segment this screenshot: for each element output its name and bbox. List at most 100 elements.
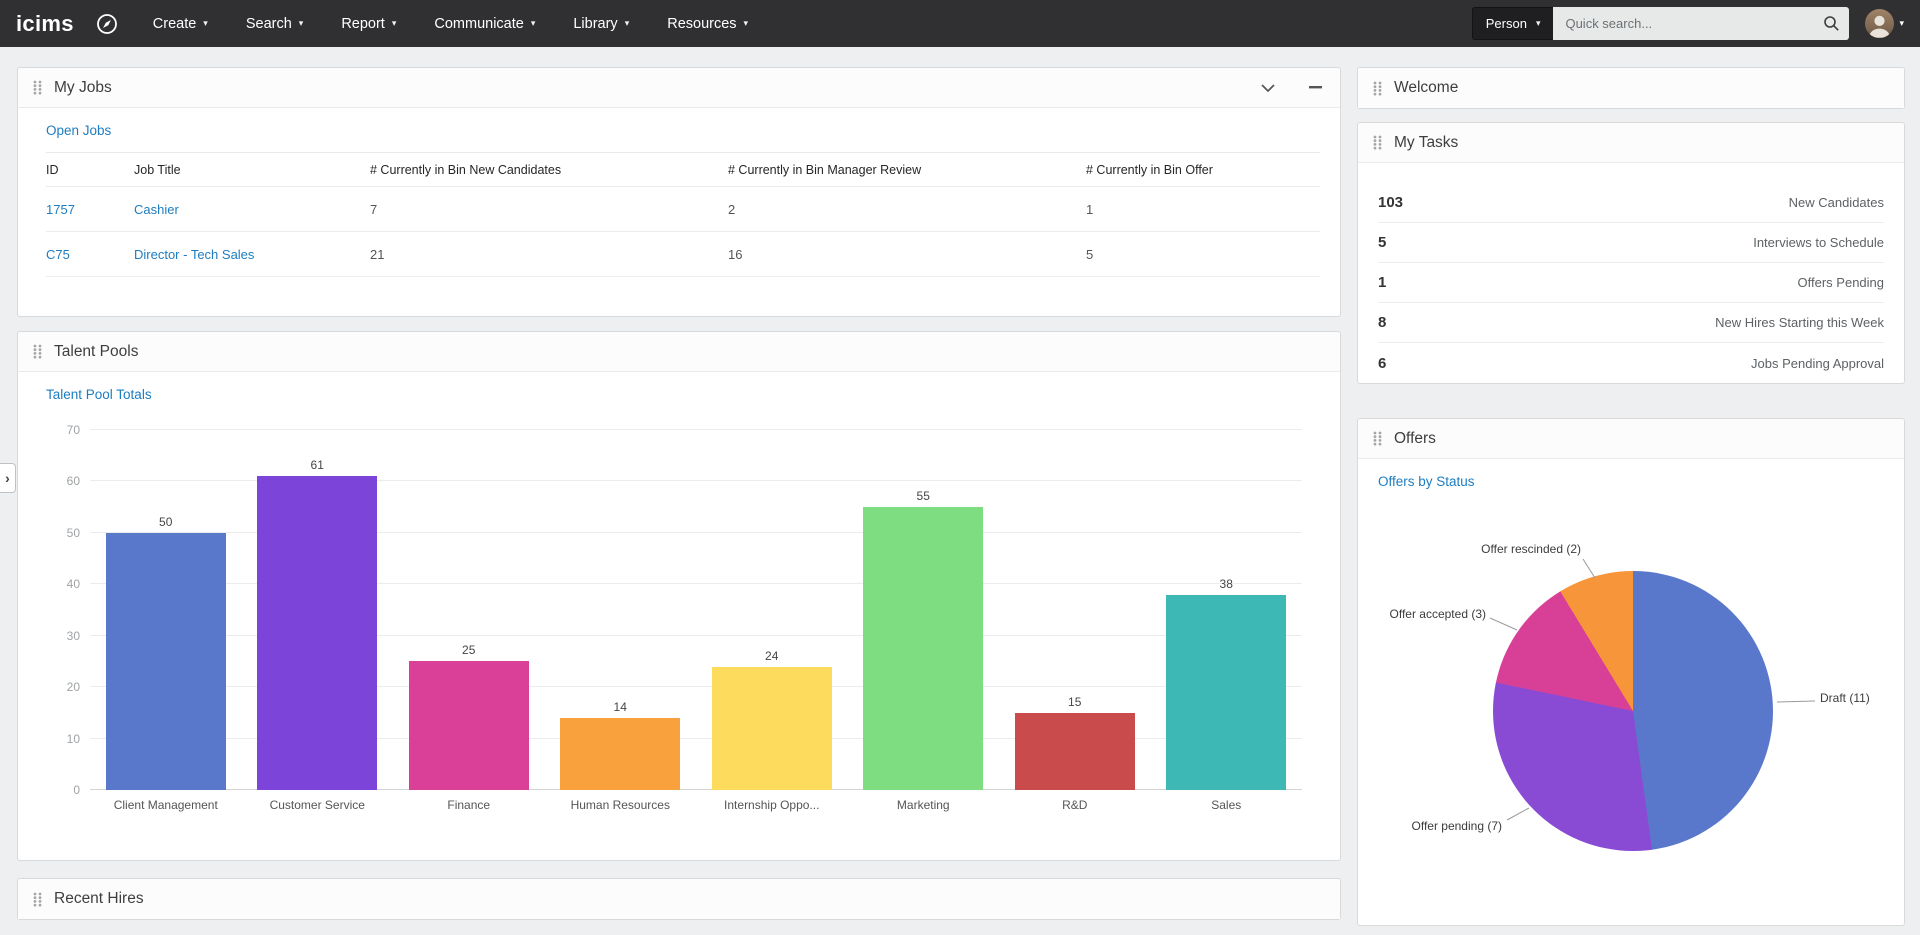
chevron-down-icon: ▾ — [743, 18, 749, 28]
job-title-link[interactable]: Director - Tech Sales — [134, 247, 254, 262]
bin-offer-count: 1 — [1086, 186, 1320, 232]
menu-library[interactable]: Library ▾ — [554, 0, 648, 47]
task-count: 5 — [1378, 234, 1387, 251]
table-row: C75 Director - Tech Sales 21 16 5 — [46, 231, 1320, 277]
task-row-jobs-pending-approval[interactable]: 6 Jobs Pending Approval — [1378, 343, 1884, 383]
bar-slot: 24 — [696, 430, 848, 790]
user-avatar[interactable] — [1865, 9, 1895, 38]
talent-pool-totals-link[interactable]: Talent Pool Totals — [46, 387, 152, 402]
bar-human-resources[interactable]: 14 — [560, 700, 681, 790]
product-switcher-icon[interactable] — [94, 11, 120, 37]
bar-category-label: Client Management — [113, 798, 218, 812]
menu-report[interactable]: Report ▾ — [322, 0, 415, 47]
bar-slot: 55 — [848, 430, 1000, 790]
bars-row: 50 61 25 14 24 55 15 38 — [90, 430, 1302, 790]
menu-communicate[interactable]: Communicate ▾ — [415, 0, 554, 47]
panel-title: Welcome — [1394, 79, 1459, 96]
talent-pools-panel-body: Talent Pool Totals 0 10 20 30 40 50 60 70 50 61 25… — [18, 372, 1340, 812]
bar-slot: 14 — [545, 430, 697, 790]
bar-value-label: 50 — [159, 514, 173, 529]
bar-category-label: Internship Oppo... — [724, 798, 820, 812]
y-axis-tick-label: 40 — [66, 577, 80, 592]
menu-resources[interactable]: Resources ▾ — [648, 0, 767, 47]
dashboard-right-column: Welcome My Tasks 103 New Candidates 5 In… — [1357, 67, 1905, 926]
pie-label-offer-accepted: Offer accepted (3) — [1389, 607, 1487, 621]
welcome-panel: Welcome — [1357, 67, 1905, 109]
bar-category-label: Finance — [447, 798, 491, 812]
bar-value-label: 25 — [462, 643, 476, 658]
panel-title: Offers — [1394, 429, 1436, 447]
chevron-down-icon[interactable]: ▾ — [1899, 18, 1904, 29]
bar-internship-oppo-[interactable]: 24 — [711, 649, 832, 790]
column-header-bin-new-candidates: # Currently in Bin New Candidates — [370, 152, 728, 187]
icims-logo[interactable]: icims — [16, 11, 74, 37]
bar-sales[interactable]: 38 — [1166, 577, 1287, 790]
menu-search[interactable]: Search ▾ — [227, 0, 322, 47]
bar-value-label: 61 — [310, 458, 324, 473]
bar-value-label: 14 — [613, 700, 627, 714]
bar-finance[interactable]: 25 — [408, 643, 529, 790]
open-jobs-link[interactable]: Open Jobs — [46, 123, 111, 138]
column-header-job-title: Job Title — [134, 152, 370, 187]
task-row-offers-pending[interactable]: 1 Offers Pending — [1378, 263, 1884, 303]
recent-hires-panel: Recent Hires — [17, 878, 1341, 920]
bin-new-candidates-count: 7 — [370, 186, 728, 232]
chevron-down-icon: ▾ — [624, 18, 630, 28]
main-menu: Create ▾ Search ▾ Report ▾ Communicate ▾… — [134, 0, 767, 47]
task-count: 8 — [1378, 314, 1387, 331]
column-header-id: ID — [46, 152, 134, 187]
task-row-new-hires-starting[interactable]: 8 New Hires Starting this Week — [1378, 303, 1884, 343]
chevron-down-icon: ▾ — [203, 18, 208, 28]
welcome-panel-header: Welcome — [1358, 68, 1904, 108]
menu-label: Report — [341, 15, 385, 32]
drag-handle-icon[interactable] — [1372, 133, 1383, 152]
drag-handle-icon[interactable] — [1372, 79, 1383, 98]
bin-new-candidates-count: 21 — [370, 231, 728, 277]
collapse-chevron-button[interactable] — [1257, 80, 1279, 96]
bar-customer-service[interactable]: 61 — [257, 458, 378, 790]
talent-pools-panel: Talent Pools Talent Pool Totals 0 10 20 30 4… — [17, 331, 1341, 861]
drag-handle-icon[interactable] — [32, 342, 43, 361]
dashboard-left-column: My Jobs Open Jobs ID Job Title # Current… — [17, 67, 1341, 920]
task-label: Interviews to Schedule — [1753, 235, 1884, 250]
quick-search-input[interactable] — [1565, 16, 1824, 31]
task-count: 103 — [1378, 194, 1404, 211]
bar-plot: 0 10 20 30 40 50 60 70 50 61 25 14 24 55 15 38 — [67, 423, 1302, 797]
column-header-bin-manager-review: # Currently in Bin Manager Review — [728, 152, 1086, 187]
bar-value-label: 24 — [765, 648, 779, 663]
table-row: 1757 Cashier 7 2 1 — [46, 186, 1320, 232]
topbar-right: Person ▾ ▾ — [1471, 7, 1904, 40]
panel-title: Talent Pools — [54, 342, 139, 360]
minimize-button[interactable] — [1305, 82, 1326, 93]
menu-label: Resources — [667, 15, 737, 32]
menu-label: Create — [152, 15, 197, 32]
drag-handle-icon[interactable] — [32, 78, 43, 97]
search-icon[interactable] — [1823, 15, 1840, 32]
job-title-link[interactable]: Cashier — [134, 202, 179, 217]
bar-category-label: Customer Service — [269, 798, 365, 812]
column-header-bin-offer: # Currently in Bin Offer — [1086, 152, 1320, 187]
y-axis-tick-label: 50 — [66, 525, 80, 540]
bar-r-d[interactable]: 15 — [1014, 695, 1135, 790]
job-id-link[interactable]: C75 — [46, 247, 70, 262]
sidebar-expand-button[interactable]: › — [0, 463, 16, 493]
task-row-interviews-to-schedule[interactable]: 5 Interviews to Schedule — [1378, 223, 1884, 263]
menu-create[interactable]: Create ▾ — [134, 0, 227, 47]
bar-client-management[interactable]: 50 — [105, 515, 226, 790]
bar-marketing[interactable]: 55 — [863, 489, 984, 790]
my-jobs-panel-header: My Jobs — [18, 68, 1340, 108]
menu-label: Communicate — [434, 15, 524, 32]
offers-pie[interactable] — [1493, 571, 1773, 851]
task-row-new-candidates[interactable]: 103 New Candidates — [1378, 183, 1884, 223]
search-scope-value: Person — [1485, 16, 1527, 31]
offers-by-status-link[interactable]: Offers by Status — [1378, 474, 1475, 489]
task-count: 1 — [1378, 274, 1387, 291]
drag-handle-icon[interactable] — [1372, 429, 1383, 448]
drag-handle-icon[interactable] — [32, 890, 43, 909]
search-scope-dropdown[interactable]: Person ▾ — [1471, 7, 1554, 40]
job-id-link[interactable]: 1757 — [46, 202, 75, 217]
pie-label-offer-rescinded: Offer rescinded (2) — [1481, 542, 1581, 556]
table-header-row: ID Job Title # Currently in Bin New Cand… — [46, 152, 1320, 187]
chevron-down-icon: ▾ — [530, 18, 536, 28]
pie-label-offer-pending: Offer pending (7) — [1411, 819, 1503, 833]
